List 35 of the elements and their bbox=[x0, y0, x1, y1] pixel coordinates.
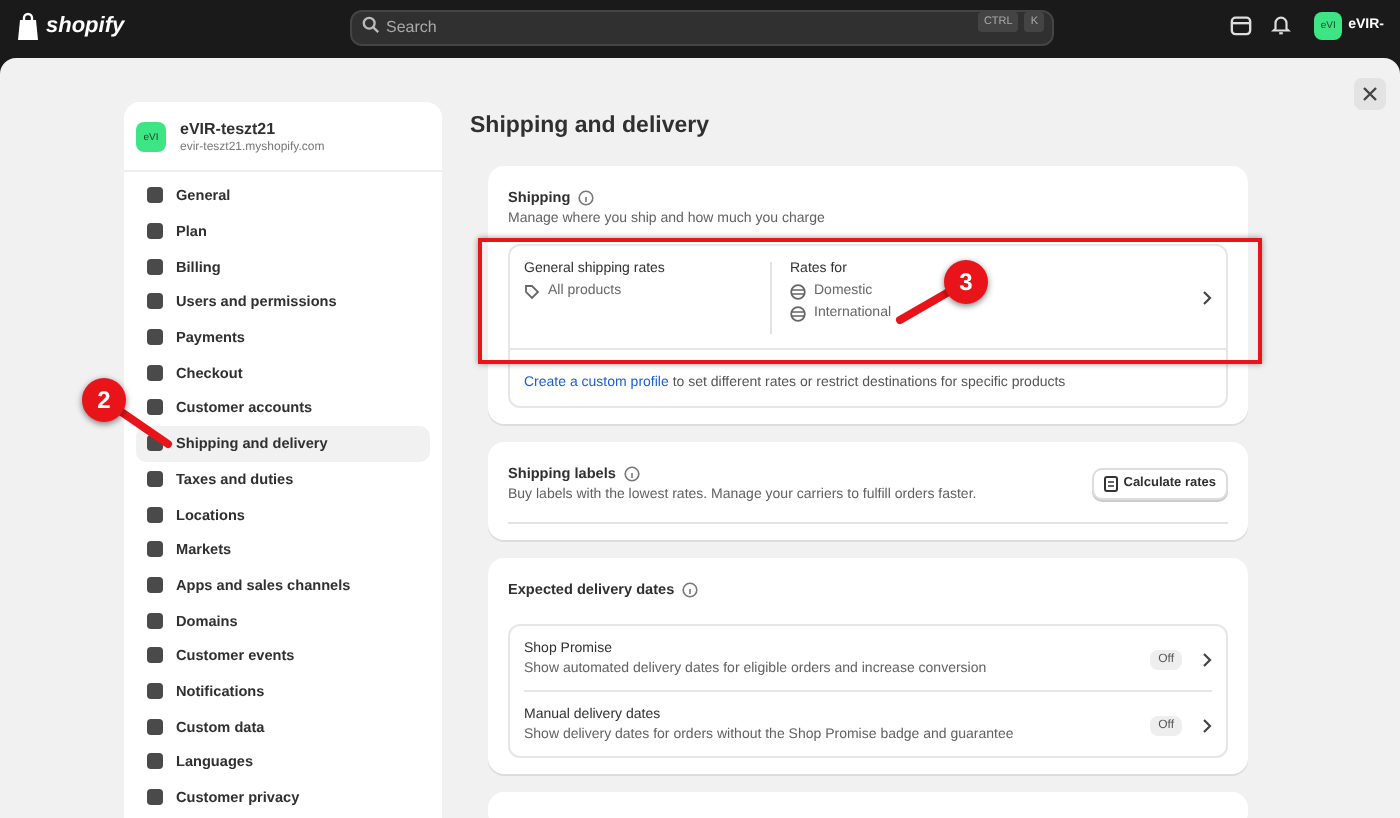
square-icon bbox=[146, 717, 164, 736]
search-icon bbox=[362, 15, 380, 33]
page-title: Shipping and delivery bbox=[470, 114, 711, 138]
square-icon bbox=[146, 257, 164, 276]
square-icon bbox=[146, 788, 164, 807]
globe-icon bbox=[790, 283, 806, 299]
chevron-icon bbox=[1202, 717, 1212, 733]
info-icon[interactable] bbox=[682, 581, 699, 597]
info-icon[interactable] bbox=[578, 189, 595, 205]
close-icon bbox=[1362, 86, 1378, 102]
square-icon bbox=[146, 363, 164, 382]
tag-icon bbox=[524, 283, 540, 299]
store-name: eVIR-teszt21 bbox=[180, 120, 278, 138]
square-icon bbox=[146, 540, 164, 559]
square-icon bbox=[146, 681, 164, 700]
square-icon bbox=[146, 186, 164, 205]
square-icon bbox=[146, 611, 164, 630]
close-button[interactable] bbox=[1354, 78, 1386, 110]
chevron-icon bbox=[1202, 651, 1212, 667]
chevron-icon bbox=[1202, 290, 1212, 306]
shopping-bag-icon bbox=[16, 11, 40, 39]
square-icon bbox=[146, 752, 164, 771]
square-icon bbox=[146, 646, 164, 665]
info-icon[interactable] bbox=[623, 465, 640, 481]
bell-icon[interactable] bbox=[1270, 14, 1293, 36]
logo-text: shopify bbox=[46, 13, 125, 37]
square-icon bbox=[146, 398, 164, 417]
globe-icon bbox=[790, 305, 806, 321]
square-icon bbox=[146, 469, 164, 488]
square-icon bbox=[146, 328, 164, 347]
calculator-icon bbox=[1103, 475, 1118, 491]
square-icon bbox=[146, 505, 164, 524]
square-icon bbox=[146, 292, 164, 311]
square-icon bbox=[146, 575, 164, 594]
square-icon bbox=[146, 222, 164, 241]
